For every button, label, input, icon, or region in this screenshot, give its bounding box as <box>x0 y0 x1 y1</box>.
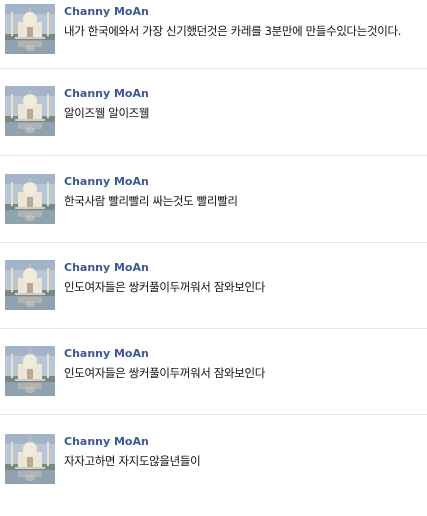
comment-text: 한국사람 빨리빨리 싸는것도 빨리빨리 <box>64 194 238 208</box>
author-name-link[interactable]: Channy MoAn <box>64 347 149 360</box>
author-name-link[interactable]: Channy MoAn <box>64 5 149 18</box>
author-name-link[interactable]: Channy MoAn <box>64 175 149 188</box>
profile-avatar[interactable] <box>5 260 55 310</box>
author-name-link[interactable]: Channy MoAn <box>64 435 149 448</box>
comment-text: 인도여자들은 쌍커풀이두꺼워서 잠와보인다 <box>64 366 265 380</box>
comment-text: 내가 한국에와서 가장 신기했던것은 카레를 3분만에 만들수있다는것이다. <box>64 24 402 38</box>
comment-item: Channy MoAn 내가 한국에와서 가장 신기했던것은 카레를 3분만에 … <box>0 0 427 86</box>
divider <box>0 414 427 415</box>
divider <box>0 155 427 156</box>
taj-mahal-photo-icon <box>5 260 55 310</box>
divider <box>0 242 427 243</box>
comment-feed: Channy MoAn 내가 한국에와서 가장 신기했던것은 카레를 3분만에 … <box>0 0 427 500</box>
taj-mahal-photo-icon <box>5 174 55 224</box>
author-name-link[interactable]: Channy MoAn <box>64 261 149 274</box>
profile-avatar[interactable] <box>5 174 55 224</box>
comment-text: 자자고하면 자지도않을년들이 <box>64 454 201 468</box>
comment-item: Channy MoAn 한국사람 빨리빨리 싸는것도 빨리빨리 <box>0 170 427 256</box>
comment-item: Channy MoAn 인도여자들은 쌍커풀이두꺼워서 잠와보인다 <box>0 342 427 428</box>
taj-mahal-photo-icon <box>5 434 55 484</box>
taj-mahal-photo-icon <box>5 346 55 396</box>
taj-mahal-photo-icon <box>5 4 55 54</box>
profile-avatar[interactable] <box>5 86 55 136</box>
taj-mahal-photo-icon <box>5 86 55 136</box>
author-name-link[interactable]: Channy MoAn <box>64 87 149 100</box>
profile-avatar[interactable] <box>5 346 55 396</box>
divider <box>0 328 427 329</box>
comment-text: 알이즈웰 알이즈웰 <box>64 106 150 120</box>
comment-text: 인도여자들은 쌍커풀이두꺼워서 잠와보인다 <box>64 280 265 294</box>
comment-item: Channy MoAn 인도여자들은 쌍커풀이두꺼워서 잠와보인다 <box>0 256 427 342</box>
profile-avatar[interactable] <box>5 4 55 54</box>
profile-avatar[interactable] <box>5 434 55 484</box>
comment-item: Channy MoAn 자자고하면 자지도않을년들이 <box>0 430 427 516</box>
divider <box>0 68 427 69</box>
